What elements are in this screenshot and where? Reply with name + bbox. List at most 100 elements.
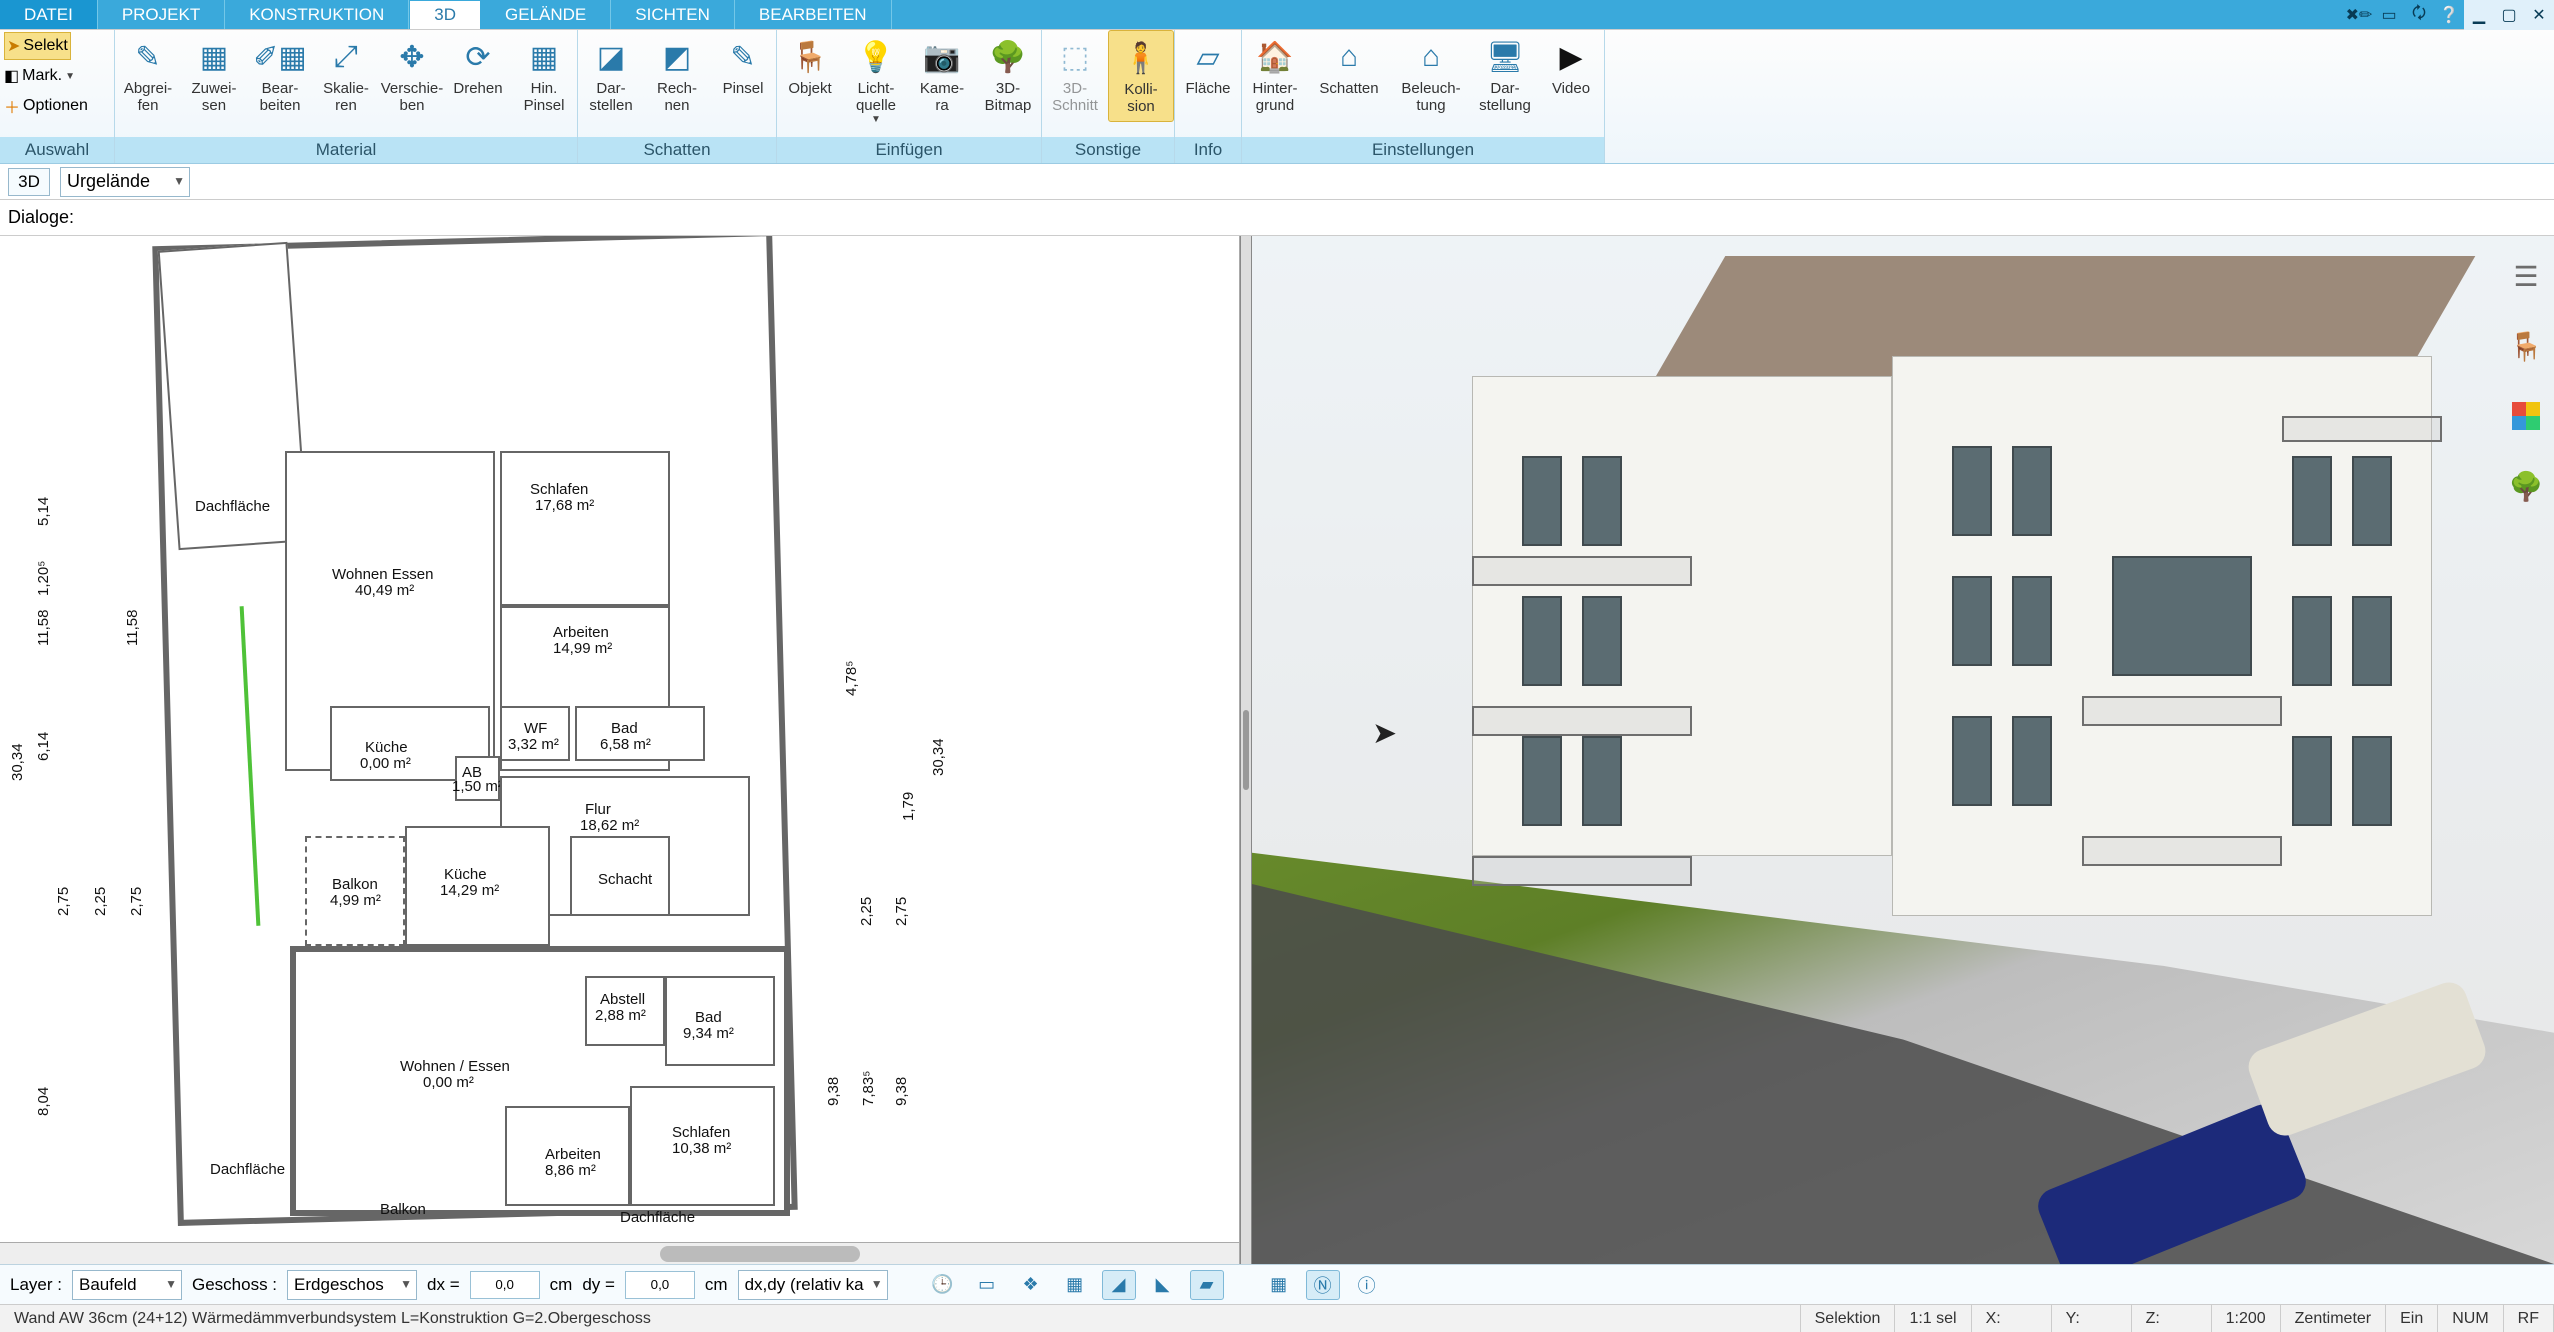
grid-icon[interactable]: ▦ <box>1262 1270 1296 1300</box>
status-scale[interactable]: 1:200 <box>2212 1305 2281 1332</box>
bitmap-button[interactable]: 🌳3D- Bitmap <box>975 30 1041 120</box>
info-icon[interactable]: ⓘ <box>1350 1270 1384 1300</box>
objekt-button[interactable]: 🪑Objekt <box>777 30 843 103</box>
tools-icon[interactable]: ✖✏ <box>2344 0 2374 30</box>
video-button[interactable]: ▶ Video <box>1538 30 1604 103</box>
beleuchtung-button[interactable]: ⌂Beleuch- tung <box>1390 30 1472 120</box>
abgreifen-button[interactable]: ✎Abgrei- fen <box>115 30 181 120</box>
houseshadow-icon: ⌂ <box>1340 36 1358 78</box>
group-sonstige-label: Sonstige <box>1042 137 1174 163</box>
scroll-thumb[interactable] <box>660 1246 860 1262</box>
help-icon[interactable]: ❔ <box>2434 0 2464 30</box>
selekt-button[interactable]: ➤ Selekt <box>4 32 71 60</box>
mode-3d-toggle[interactable]: 3D <box>8 168 50 196</box>
room-schlafen-1[interactable] <box>500 451 670 606</box>
drehen-button[interactable]: ⟳Drehen <box>445 30 511 103</box>
view-splitter[interactable] <box>1240 236 1252 1264</box>
dim-938: 9,38 <box>893 1077 910 1106</box>
menu-spacer <box>892 0 2344 29</box>
hintergrund-button[interactable]: 🏠Hinter- grund <box>1242 30 1308 120</box>
camera-icon: 📷 <box>923 36 960 78</box>
layers-icon[interactable]: ☰ <box>2506 256 2546 296</box>
tree-icon[interactable]: 🌳 <box>2506 466 2546 506</box>
bitmap-label: 3D- Bitmap <box>985 80 1032 114</box>
window-close-icon[interactable]: ✕ <box>2524 0 2554 30</box>
skalieren-button[interactable]: ⤢Skalie- ren <box>313 30 379 120</box>
wohnen1-area: 40,49 m² <box>355 582 414 599</box>
plan-h-scrollbar[interactable] <box>0 1242 1239 1264</box>
north-icon[interactable]: Ⓝ <box>1306 1270 1340 1300</box>
darstellung-button[interactable]: 🖥Dar- stellung <box>1472 30 1538 120</box>
play-icon: ▶ <box>1559 36 1582 78</box>
mode3-icon[interactable]: ▦ <box>1058 1270 1092 1300</box>
workspace: Dachfläche Wohnen Essen 40,49 m² Schlafe… <box>0 236 2554 1264</box>
square-icon: ◧ <box>4 66 19 86</box>
terrain-combo[interactable]: Urgelände ▼ <box>60 167 190 197</box>
refresh-icon[interactable]: 🗘 <box>2404 0 2434 30</box>
mode1-icon[interactable]: ▭ <box>970 1270 1004 1300</box>
kamera-button[interactable]: 📷Kame- ra <box>909 30 975 120</box>
window-minimize-icon[interactable]: ▁ <box>2464 0 2494 30</box>
window <box>1952 576 1992 666</box>
dim-179: 1,79 <box>900 792 917 821</box>
kollision-button[interactable]: 🧍Kolli- sion <box>1108 30 1174 122</box>
schnitt-button[interactable]: ⬚3D- Schnitt <box>1042 30 1108 120</box>
lichtquelle-button[interactable]: 💡Licht- quelle▼ <box>843 30 909 131</box>
dx-input[interactable] <box>470 1271 540 1299</box>
snap2-icon[interactable]: ◣ <box>1146 1270 1180 1300</box>
balkon1-area: 4,99 m² <box>330 892 381 909</box>
view3d-canvas[interactable]: ➤ <box>1252 236 2554 1264</box>
cursor-icon: ➤ <box>7 36 20 56</box>
geschoss-combo[interactable]: Erdgeschos▼ <box>287 1270 417 1300</box>
chevron-down-icon: ▼ <box>173 174 185 188</box>
coordmode-combo[interactable]: dx,dy (relativ ka▼ <box>738 1270 888 1300</box>
dim-938b: 9,38 <box>825 1077 842 1106</box>
schlafen1-name: Schlafen <box>530 481 588 498</box>
eyedropper-icon: ✎ <box>135 36 160 78</box>
video-label: Video <box>1552 80 1590 97</box>
mark-button[interactable]: ◧ Mark. ▼ <box>4 62 75 90</box>
plan-2d-view[interactable]: Dachfläche Wohnen Essen 40,49 m² Schlafe… <box>0 236 1240 1264</box>
plan-canvas[interactable]: Dachfläche Wohnen Essen 40,49 m² Schlafe… <box>0 236 1239 1264</box>
ab-area: 1,50 m² <box>452 778 503 795</box>
splitter-grip[interactable] <box>1243 710 1249 790</box>
window-restore-icon[interactable]: ▢ <box>2494 0 2524 30</box>
house-icon: 🏠 <box>1256 36 1293 78</box>
monitor-icon[interactable]: ▭ <box>2374 0 2404 30</box>
tab-projekt[interactable]: PROJEKT <box>98 0 225 29</box>
tab-datei[interactable]: DATEI <box>0 0 98 29</box>
schlafen2-name: Schlafen <box>672 1124 730 1141</box>
colors-icon[interactable] <box>2506 396 2546 436</box>
arbeiten2-area: 8,86 m² <box>545 1162 596 1179</box>
tab-bearbeiten[interactable]: BEARBEITEN <box>735 0 892 29</box>
tab-konstruktion[interactable]: KONSTRUKTION <box>225 0 409 29</box>
tab-gelaende[interactable]: GELÄNDE <box>481 0 611 29</box>
rechnen-button[interactable]: ◩Rech- nen <box>644 30 710 120</box>
mode2-icon[interactable]: ❖ <box>1014 1270 1048 1300</box>
tab-3d[interactable]: 3D <box>409 0 481 29</box>
schatten-settings-label: Schatten <box>1319 80 1378 97</box>
darstellen-button[interactable]: ◪Dar- stellen <box>578 30 644 120</box>
optionen-button[interactable]: ＋ Optionen <box>4 92 88 120</box>
furniture-icon[interactable]: 🪑 <box>2506 326 2546 366</box>
zuweisen-button[interactable]: ▦Zuwei- sen <box>181 30 247 120</box>
tab-sichten[interactable]: SICHTEN <box>611 0 735 29</box>
hinpinsel-button[interactable]: ▦Hin. Pinsel <box>511 30 577 120</box>
dy-input[interactable] <box>625 1271 695 1299</box>
status-unit[interactable]: Zentimeter <box>2281 1305 2386 1332</box>
verschieben-button[interactable]: ✥Verschie- ben <box>379 30 445 120</box>
abstell-name: Abstell <box>600 991 645 1008</box>
snap1-icon[interactable]: ◢ <box>1102 1270 1136 1300</box>
bearbeiten-button[interactable]: ✐▦Bear- beiten <box>247 30 313 120</box>
view-3d[interactable]: ➤ ☰ 🪑 🌳 <box>1252 236 2554 1264</box>
building-3d[interactable] <box>1412 256 2442 976</box>
display-icon: 🖥 <box>1486 36 1524 78</box>
pinsel-button[interactable]: ✎Pinsel <box>710 30 776 103</box>
schacht-label: Schacht <box>598 871 652 888</box>
layer-combo[interactable]: Baufeld▼ <box>72 1270 182 1300</box>
schatten-settings-button[interactable]: ⌂ Schatten <box>1308 30 1390 103</box>
snap3-icon[interactable]: ▰ <box>1190 1270 1224 1300</box>
flaeche-button[interactable]: ▱Fläche <box>1175 30 1241 103</box>
clock-icon[interactable]: 🕒 <box>926 1270 960 1300</box>
balcony <box>2082 836 2282 866</box>
